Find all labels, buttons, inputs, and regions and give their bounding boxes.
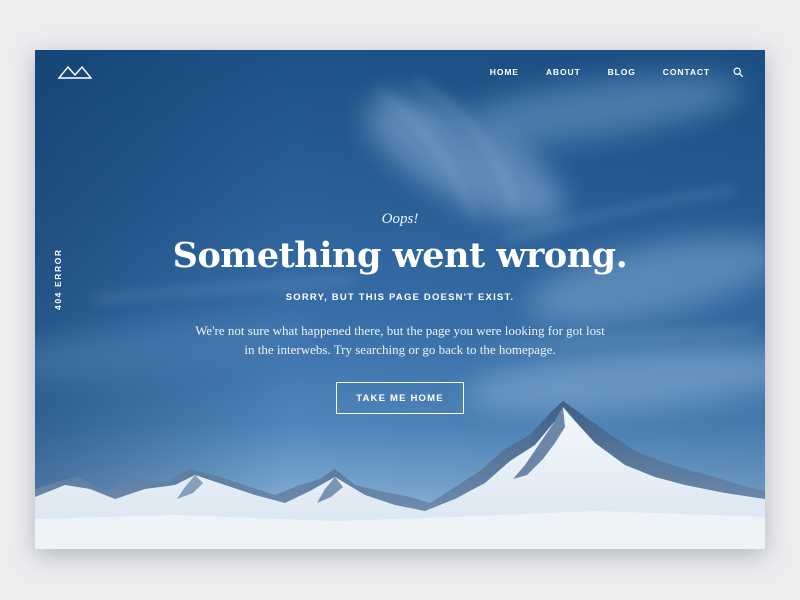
hero-subtitle: SORRY, BUT THIS PAGE DOESN'T EXIST. [285, 292, 515, 303]
snowy-mountains-illustration [35, 401, 765, 549]
nav-item-blog[interactable]: BLOG [608, 67, 636, 77]
error-page-card: HOME ABOUT BLOG CONTACT 404 ERROR Oops! … [35, 50, 765, 549]
top-navigation: HOME ABOUT BLOG CONTACT [35, 50, 765, 96]
page-title: Something went wrong. [172, 235, 628, 276]
mountain-logo-icon[interactable] [58, 65, 92, 79]
nav-item-home[interactable]: HOME [490, 67, 519, 77]
hero-description: We're not sure what happened there, but … [195, 323, 605, 357]
nav-item-about[interactable]: ABOUT [546, 67, 581, 77]
hero-section: Oops! Something went wrong. SORRY, BUT T… [35, 210, 765, 414]
nav-menu: HOME ABOUT BLOG CONTACT [490, 67, 743, 77]
nav-item-contact[interactable]: CONTACT [663, 67, 710, 77]
search-icon[interactable] [733, 67, 743, 77]
take-me-home-button[interactable]: TAKE ME HOME [336, 382, 464, 414]
hero-eyebrow: Oops! [381, 211, 419, 227]
